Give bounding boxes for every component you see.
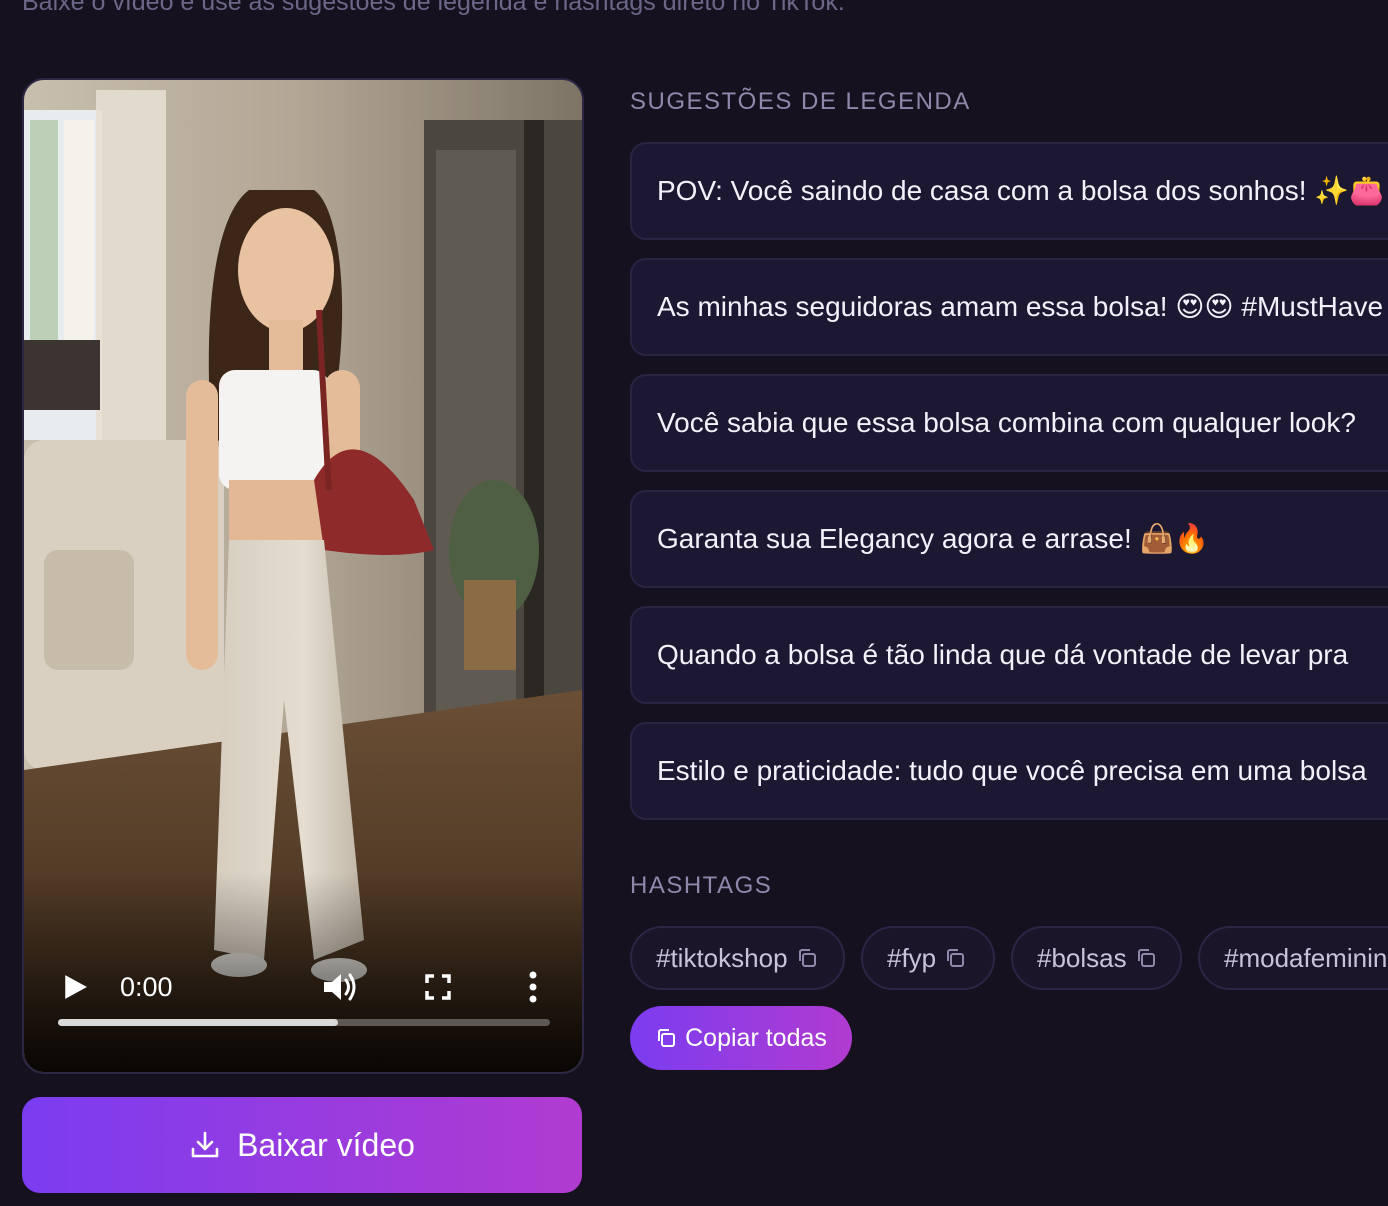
- copy-icon: [658, 1029, 676, 1047]
- caption-card[interactable]: As minhas seguidoras amam essa bolsa! 😍😍…: [630, 258, 1388, 356]
- caption-text: As minhas seguidoras amam essa bolsa! 😍😍…: [657, 291, 1384, 322]
- caption-text: Estilo e praticidade: tudo que você prec…: [657, 755, 1367, 786]
- hashtag-chip[interactable]: #tiktokshop: [630, 926, 845, 990]
- hashtag-text: #fyp: [887, 942, 937, 973]
- hashtag-text: #modafeminina: [1224, 942, 1388, 973]
- copy-all-button[interactable]: Copiar todas: [630, 1006, 852, 1070]
- video-progress-bar[interactable]: [58, 1019, 550, 1026]
- hashtag-chip[interactable]: #bolsas: [1011, 926, 1182, 990]
- caption-card[interactable]: Você sabia que essa bolsa combina com qu…: [630, 374, 1388, 472]
- copy-icon: [1137, 949, 1155, 967]
- download-video-label: Baixar vídeo: [237, 1126, 415, 1163]
- volume-icon[interactable]: [322, 970, 358, 1004]
- hashtags-section-title: HASHTAGS: [630, 872, 773, 899]
- video-time: 0:00: [120, 972, 173, 1002]
- hashtag-chip[interactable]: #modafeminina: [1198, 926, 1388, 990]
- hashtag-text: #tiktokshop: [656, 942, 788, 973]
- download-video-button[interactable]: Baixar vídeo: [22, 1097, 582, 1193]
- video-progress-fill: [58, 1019, 339, 1026]
- page: Baixe o vídeo e use as sugestões de lege…: [0, 0, 1388, 1206]
- caption-card[interactable]: Estilo e praticidade: tudo que você prec…: [630, 722, 1388, 820]
- hashtag-chip[interactable]: #fyp: [861, 926, 995, 990]
- caption-text: Quando a bolsa é tão linda que dá vontad…: [657, 639, 1349, 670]
- caption-card[interactable]: Garanta sua Elegancy agora e arrase! 👜🔥: [630, 490, 1388, 588]
- copy-icon: [798, 949, 816, 967]
- caption-card[interactable]: Quando a bolsa é tão linda que dá vontad…: [630, 606, 1388, 704]
- copy-icon: [947, 949, 965, 967]
- page-subtitle: Baixe o vídeo e use as sugestões de lege…: [22, 0, 845, 16]
- more-icon[interactable]: [524, 970, 542, 1004]
- fullscreen-icon[interactable]: [424, 973, 452, 1001]
- download-icon: [191, 1131, 219, 1158]
- play-icon[interactable]: [62, 974, 88, 1000]
- hashtag-text: #bolsas: [1037, 942, 1127, 973]
- caption-text: POV: Você saindo de casa com a bolsa dos…: [657, 175, 1385, 206]
- caption-card[interactable]: POV: Você saindo de casa com a bolsa dos…: [630, 142, 1388, 240]
- caption-text: Garanta sua Elegancy agora e arrase! 👜🔥: [657, 523, 1210, 554]
- caption-text: Você sabia que essa bolsa combina com qu…: [657, 407, 1356, 438]
- copy-all-label: Copiar todas: [685, 1023, 827, 1052]
- video-controls: 0:00: [24, 872, 582, 1072]
- video-player[interactable]: 0:00: [22, 78, 584, 1074]
- captions-section-title: SUGESTÕES DE LEGENDA: [630, 88, 971, 115]
